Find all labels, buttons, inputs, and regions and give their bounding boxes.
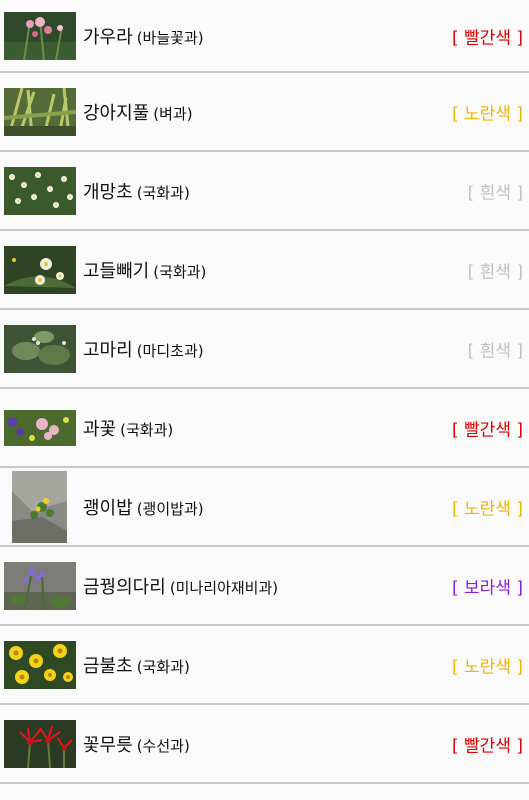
aster-photo xyxy=(4,409,76,446)
plant-family: (국화과) xyxy=(120,420,174,439)
plant-family: (벼과) xyxy=(153,104,193,123)
plant-family: (미나리아재비과) xyxy=(169,578,279,597)
plant-name: 개망초 (국화과) xyxy=(83,181,190,203)
crepidiastrum-photo xyxy=(4,245,76,294)
plant-name: 꽃무릇 (수선과) xyxy=(83,734,190,756)
flower-color-label: [ 보라색 ] xyxy=(452,578,523,598)
list-item[interactable]: 고마리 (마디초과) [ 흰색 ] xyxy=(0,310,529,389)
meadowrue-photo xyxy=(4,561,76,610)
plant-family: (국화과) xyxy=(136,183,190,202)
flower-color-label: [ 빨간색 ] xyxy=(452,736,523,756)
plant-name: 가우라 (바늘꽃과) xyxy=(83,26,204,48)
plant-family: (수선과) xyxy=(136,736,190,755)
plant-family: (국화과) xyxy=(153,262,207,281)
list-item[interactable]: 과꽃 (국화과) [ 빨간색 ] xyxy=(0,389,529,468)
list-item[interactable]: 고들빼기 (국화과) [ 흰색 ] xyxy=(0,231,529,310)
knotweed-photo xyxy=(4,324,76,373)
plant-family: (국화과) xyxy=(136,657,190,676)
flower-color-label: [ 빨간색 ] xyxy=(452,420,523,440)
flower-color-label: [ 노란색 ] xyxy=(452,499,523,519)
flower-color-label: [ 흰색 ] xyxy=(467,341,523,361)
list-item[interactable]: 금꿩의다리 (미나리아재비과) [ 보라색 ] xyxy=(0,547,529,626)
fleabane-photo xyxy=(4,166,76,215)
flower-color-label: [ 노란색 ] xyxy=(452,657,523,677)
plant-family: (마디초과) xyxy=(136,341,204,360)
foxtail-photo xyxy=(4,87,76,136)
inula-photo xyxy=(4,640,76,689)
list-item[interactable]: 금불초 (국화과) [ 노란색 ] xyxy=(0,626,529,705)
gaura-photo xyxy=(4,11,76,60)
list-item[interactable]: 강아지풀 (벼과) [ 노란색 ] xyxy=(0,73,529,152)
plant-name: 과꽃 (국화과) xyxy=(83,418,174,440)
flower-color-label: [ 흰색 ] xyxy=(467,262,523,282)
plant-family: (바늘꽃과) xyxy=(136,28,204,47)
plant-name: 금불초 (국화과) xyxy=(83,655,190,677)
plant-name: 고마리 (마디초과) xyxy=(83,339,204,361)
list-item[interactable]: 괭이밥 (괭이밥과) [ 노란색 ] xyxy=(0,468,529,547)
plant-name: 금꿩의다리 (미나리아재비과) xyxy=(83,576,279,598)
plant-list: 가우라 (바늘꽃과) [ 빨간색 ] 강아지풀 (벼과) [ 노란색 ] 개망초 (국… xyxy=(0,0,529,784)
plant-name: 강아지풀 (벼과) xyxy=(83,102,193,124)
plant-name: 괭이밥 (괭이밥과) xyxy=(83,497,204,519)
list-item[interactable]: 개망초 (국화과) [ 흰색 ] xyxy=(0,152,529,231)
woodsorrel-photo xyxy=(12,470,67,543)
flower-color-label: [ 노란색 ] xyxy=(452,104,523,124)
plant-family: (괭이밥과) xyxy=(136,499,204,518)
plant-name: 고들빼기 (국화과) xyxy=(83,260,207,282)
list-item[interactable]: 꽃무릇 (수선과) [ 빨간색 ] xyxy=(0,705,529,784)
lycoris-photo xyxy=(4,719,76,768)
flower-color-label: [ 흰색 ] xyxy=(467,183,523,203)
list-item[interactable]: 가우라 (바늘꽃과) [ 빨간색 ] xyxy=(0,0,529,73)
flower-color-label: [ 빨간색 ] xyxy=(452,28,523,48)
